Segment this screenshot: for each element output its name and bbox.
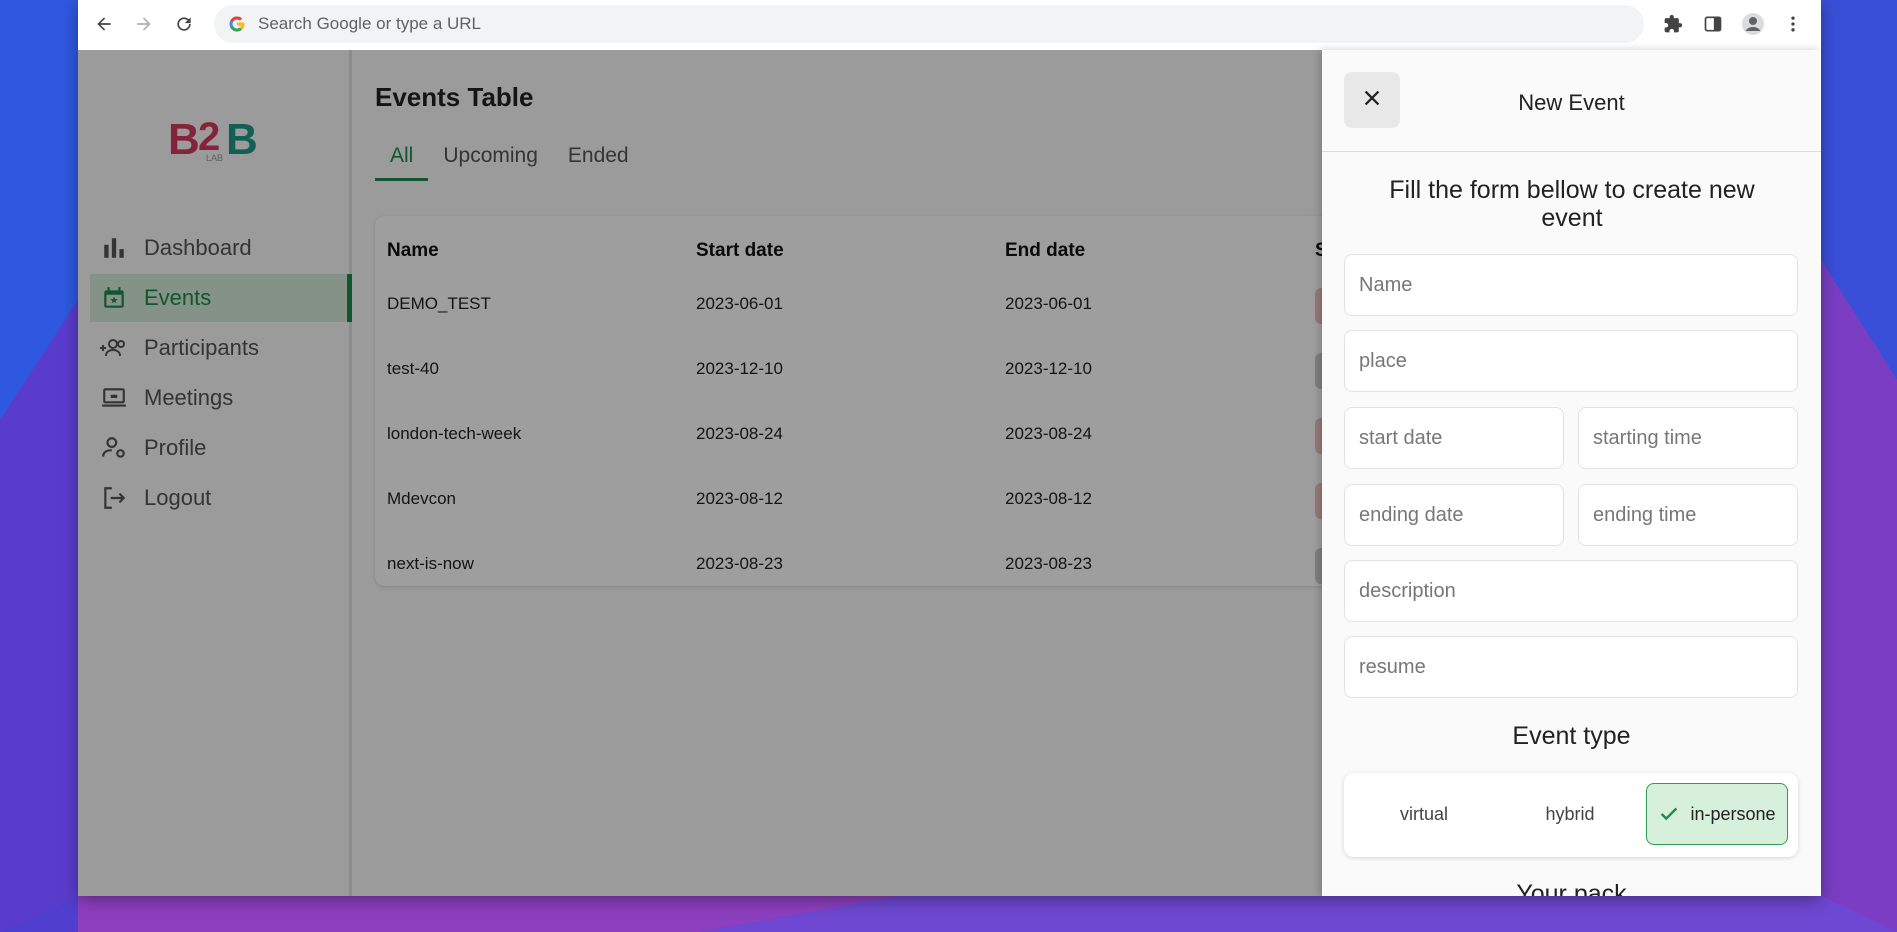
forward-icon[interactable] [124, 4, 164, 44]
event-type-label: Event type [1512, 722, 1631, 750]
description-placeholder: description [1359, 579, 1456, 602]
ending-time-placeholder: ending time [1593, 503, 1697, 526]
event-type-virtual[interactable]: virtual [1354, 783, 1494, 845]
extensions-icon[interactable] [1653, 5, 1693, 43]
ending-time-field[interactable]: ending time [1578, 484, 1798, 546]
address-bar[interactable]: Search Google or type a URL [214, 5, 1644, 43]
event-type-label: virtual [1399, 803, 1448, 824]
event-type-in-persone[interactable]: in-persone [1646, 783, 1788, 845]
event-type-label: in-persone [1690, 803, 1776, 824]
omnibox-placeholder: Search Google or type a URL [258, 14, 482, 33]
browser-toolbar: Search Google or type a URL [78, 0, 1821, 50]
modal-backdrop[interactable] [78, 50, 1322, 896]
check-icon [1658, 803, 1680, 825]
event-type-label: hybrid [1545, 803, 1595, 824]
drawer-title: New Event [1518, 90, 1625, 115]
profile-avatar-icon[interactable] [1733, 5, 1773, 43]
drawer-header: New Event [1322, 50, 1821, 152]
name-placeholder: Name [1359, 273, 1413, 296]
resume-placeholder: resume [1359, 655, 1426, 678]
place-field[interactable]: place [1344, 330, 1798, 392]
more-menu-icon[interactable] [1773, 5, 1813, 43]
google-icon [228, 15, 246, 33]
event-type-selector: virtual hybrid in-persone [1344, 773, 1798, 857]
name-field[interactable]: Name [1344, 254, 1798, 316]
resume-field[interactable]: resume [1344, 636, 1798, 698]
side-panel-icon[interactable] [1693, 5, 1733, 43]
ending-date-field[interactable]: ending date [1344, 484, 1564, 546]
drawer-subtitle: Fill the form bellow to create new event [1389, 176, 1755, 232]
ending-date-placeholder: ending date [1359, 503, 1464, 526]
description-field[interactable]: description [1344, 560, 1798, 622]
reload-icon[interactable] [164, 4, 204, 44]
event-type-hybrid[interactable]: hybrid [1500, 783, 1640, 845]
starting-time-placeholder: starting time [1593, 426, 1702, 449]
new-event-drawer: New Event Fill the form bellow to create… [1322, 50, 1821, 896]
browser-window: Search Google or type a URL B 2 B LAB Da… [78, 0, 1821, 896]
back-icon[interactable] [84, 4, 124, 44]
start-date-field[interactable]: start date [1344, 407, 1564, 469]
starting-time-field[interactable]: starting time [1578, 407, 1798, 469]
your-pack-label: Your pack [1516, 880, 1627, 896]
start-date-placeholder: start date [1359, 426, 1443, 449]
place-placeholder: place [1359, 349, 1407, 372]
